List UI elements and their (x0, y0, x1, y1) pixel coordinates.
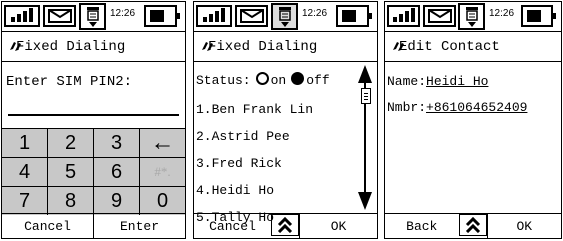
name-label: Name: (387, 74, 427, 89)
list-item[interactable]: 4.Heidi Ho (196, 177, 352, 204)
status-bar: 12:26 (2, 2, 185, 32)
navigation-button[interactable] (271, 214, 299, 236)
title-bar: Fixed Dialing (194, 32, 377, 62)
key-6[interactable]: 6 (94, 158, 139, 186)
clock-text: 12:26 (489, 8, 515, 19)
page-title: Fixed Dialing (16, 39, 126, 55)
radio-on-icon[interactable] (255, 72, 269, 85)
title-bar: Edit Contact (385, 32, 561, 62)
phone-icon (79, 3, 106, 30)
pin-prompt-label: Enter SIM PIN2: (6, 74, 133, 90)
clock-text: 12:26 (302, 8, 328, 19)
softkey-bar: Cancel OK (194, 213, 377, 238)
name-value[interactable]: Heidi Ho (426, 74, 488, 89)
status-off-label[interactable]: off (306, 73, 329, 88)
back-button[interactable]: Back (385, 214, 459, 238)
status-bar: 12:26 (194, 2, 377, 32)
number-value[interactable]: +861064652409 (426, 100, 527, 115)
envelope-icon (43, 5, 76, 27)
ok-button[interactable]: OK (486, 214, 562, 238)
status-label: Status: (196, 73, 251, 88)
cancel-button[interactable]: Cancel (2, 214, 93, 238)
number-label: Nmbr: (387, 100, 427, 115)
envelope-icon (423, 5, 456, 27)
battery-icon (144, 5, 180, 27)
title-bar: Fixed Dialing (2, 32, 185, 62)
signal-bars-icon (387, 5, 420, 27)
status-on-label[interactable]: on (271, 73, 287, 88)
cancel-button[interactable]: Cancel (194, 214, 271, 238)
enter-button[interactable]: Enter (93, 214, 185, 238)
list-item[interactable]: 3.Fred Rick (196, 150, 352, 177)
edit-contact-screen: 12:26 Edit Contact Name:Heidi Ho Nmbr:+8… (384, 1, 562, 239)
clock-text: 12:26 (110, 8, 136, 19)
signal-bars-icon (196, 5, 232, 27)
key-8[interactable]: 8 (48, 187, 93, 215)
ok-button[interactable]: OK (299, 214, 377, 238)
battery-icon (336, 5, 372, 27)
softkey-bar: Back OK (385, 213, 561, 238)
number-field[interactable]: Nmbr:+861064652409 (387, 100, 527, 115)
key-1[interactable]: 1 (2, 129, 47, 157)
phone-icon (458, 3, 485, 30)
name-field[interactable]: Name:Heidi Ho (387, 74, 488, 89)
double-chevron-up-icon (465, 217, 480, 233)
page-title: Fixed Dialing (208, 39, 318, 55)
softkey-bar: Cancel Enter (2, 213, 185, 238)
double-chevron-up-icon (277, 217, 293, 233)
navigation-button[interactable] (458, 214, 487, 236)
backspace-key[interactable]: ← (140, 129, 185, 157)
phone-icon (271, 3, 298, 30)
fixed-dialing-list-screen: 12:26 Fixed Dialing Status: on off 1.Ben F… (193, 1, 378, 239)
list-item[interactable]: 2.Astrid Pee (196, 123, 352, 150)
key-2[interactable]: 2 (48, 129, 93, 157)
radio-off-icon[interactable] (291, 72, 305, 85)
envelope-icon (235, 5, 268, 27)
pin-entry-screen: 12:26 Fixed Dialing Enter SIM PIN2: 1 2 … (1, 1, 186, 239)
status-bar: 12:26 (385, 2, 561, 32)
key-3[interactable]: 3 (94, 129, 139, 157)
key-7[interactable]: 7 (2, 187, 47, 215)
scrollbar-thumb[interactable] (361, 88, 371, 104)
key-5[interactable]: 5 (48, 158, 93, 186)
status-toggle: Status: on off (196, 72, 330, 88)
pin-input-underline[interactable] (8, 114, 179, 116)
page-title: Edit Contact (399, 39, 500, 55)
battery-icon (521, 5, 556, 27)
key-0[interactable]: 0 (140, 187, 185, 215)
scroll-up-arrow-icon[interactable] (358, 65, 372, 83)
symbol-key[interactable]: #*. (140, 158, 185, 186)
list-item[interactable]: 1.Ben Frank Lin (196, 96, 352, 123)
signal-bars-icon (4, 5, 40, 27)
numeric-keypad: 1 2 3 ← 4 5 6 #*. 7 8 9 0 (2, 128, 185, 215)
contact-list: 1.Ben Frank Lin 2.Astrid Pee 3.Fred Rick… (196, 96, 352, 231)
key-9[interactable]: 9 (94, 187, 139, 215)
key-4[interactable]: 4 (2, 158, 47, 186)
scroll-down-arrow-icon[interactable] (358, 192, 372, 210)
